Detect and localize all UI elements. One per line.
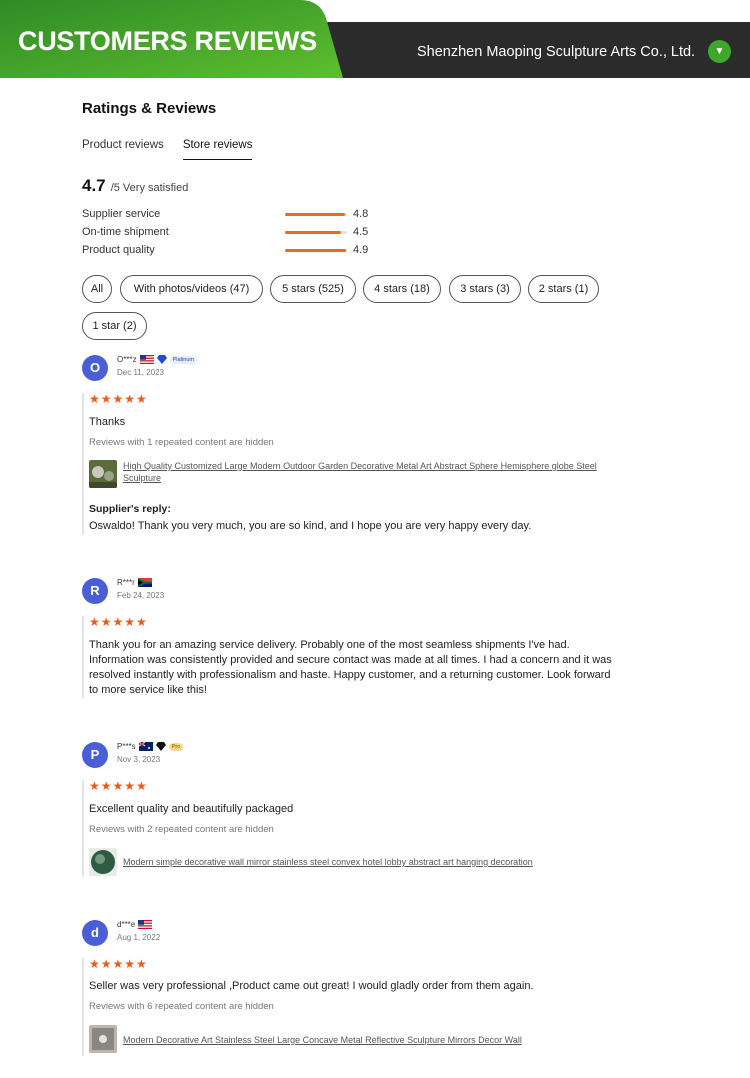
filter-4-stars[interactable]: 4 stars (18) [363,275,441,303]
avatar: O [82,355,108,381]
diamond-icon [155,742,166,751]
star-rating: ★★★★★ [89,957,148,971]
reviewer-name: P***s Pro [117,742,184,751]
metric-bar [285,249,347,252]
overall-score: 4.7 /5 Very satisfied [82,176,188,196]
metric-bar [285,213,347,216]
avatar: d [82,920,108,946]
review-item: P P***s Pro Nov 3, 2023 ★★★★★ Excellent … [82,742,642,877]
supplier-reply-text: Oswaldo! Thank you very much, you are so… [89,520,532,532]
review-text: Excellent quality and beautifully packag… [89,803,294,815]
product-link[interactable]: High Quality Customized Large Modern Out… [123,460,603,484]
review-date: Feb 24, 2023 [117,591,165,600]
reviewer-name: d***e [117,920,153,929]
diamond-icon [156,355,167,364]
review-text: Seller was very professional ,Product ca… [89,980,534,992]
review-item: R R***r Feb 24, 2023 ★★★★★ Thank you for… [82,578,642,698]
us-flag-icon [139,355,154,364]
star-rating: ★★★★★ [89,779,148,793]
metric-bar-fill [285,213,345,216]
platinum-badge: Platinum [169,355,197,364]
divider [82,958,84,1056]
review-item: O O***z Platinum Dec 11, 2023 ★★★★★ Than… [82,355,642,535]
score-suffix: /5 Very satisfied [110,182,189,194]
review-text: Thank you for an amazing service deliver… [89,639,612,696]
metric-product-quality: Product quality 4.9 [82,244,382,258]
product-link[interactable]: Modern simple decorative wall mirror sta… [123,856,603,868]
pro-badge: Pro [168,742,184,751]
header-banner: CUSTOMERS REVIEWS Shenzhen Maoping Sculp… [0,0,750,78]
australia-flag-icon [138,742,153,751]
metric-label: Supplier service [82,208,161,220]
metric-value: 4.8 [353,208,369,220]
product-link[interactable]: Modern Decorative Art Stainless Steel La… [123,1034,603,1046]
star-rating: ★★★★★ [89,615,148,629]
product-link-row: Modern Decorative Art Stainless Steel La… [89,1025,603,1055]
hidden-notice: Reviews with 2 repeated content are hidd… [89,824,274,835]
reviewer-name: O***z Platinum [117,355,197,364]
star-rating: ★★★★★ [89,392,148,406]
hidden-notice: Reviews with 1 repeated content are hidd… [89,437,274,448]
avatar: P [82,742,108,768]
review-date: Nov 3, 2023 [117,755,161,764]
supplier-reply-label: Supplier's reply: [89,503,171,515]
reviewer-name-text: P***s [117,742,136,751]
review-item: d d***e Aug 1, 2022 ★★★★★ Seller was ver… [82,920,642,1060]
product-link-row: Modern simple decorative wall mirror sta… [89,848,603,878]
filter-with-photos[interactable]: With photos/videos (47) [120,275,263,303]
score-value: 4.7 [82,176,106,195]
product-thumbnail [89,1025,117,1053]
divider [82,780,84,877]
product-link-row: High Quality Customized Large Modern Out… [89,460,603,490]
divider [82,616,84,698]
filter-3-stars[interactable]: 3 stars (3) [449,275,521,303]
product-thumbnail [89,848,117,876]
reviewer-name-text: O***z [117,355,137,364]
filter-1-star[interactable]: 1 star (2) [82,312,147,340]
tab-product-reviews[interactable]: Product reviews [82,139,164,160]
metric-label: On-time shipment [82,226,169,238]
company-name: Shenzhen Maoping Sculpture Arts Co., Ltd… [417,44,696,60]
tab-store-reviews[interactable]: Store reviews [182,139,253,160]
metric-bar [285,231,347,234]
metric-supplier-service: Supplier service 4.8 [82,208,382,222]
metric-bar-fill [285,231,341,234]
reviewer-name: R***r [117,578,152,587]
filter-all[interactable]: All [82,275,112,303]
metric-value: 4.5 [353,226,369,238]
filter-5-stars[interactable]: 5 stars (525) [270,275,356,303]
metric-value: 4.9 [353,244,369,256]
metric-on-time-shipment: On-time shipment 4.5 [82,226,382,240]
filter-2-stars[interactable]: 2 stars (1) [528,275,599,303]
metric-bar-fill [285,249,346,252]
reviewer-name-text: R***r [117,578,135,587]
metric-label: Product quality [82,244,155,256]
south-africa-flag-icon [137,578,152,587]
avatar: R [82,578,108,604]
product-thumbnail [89,460,117,488]
chevron-down-icon[interactable]: ▼ [708,40,731,63]
ratings-title: Ratings & Reviews [82,100,217,117]
banner-title: CUSTOMERS REVIEWS [18,26,317,56]
review-date: Aug 1, 2022 [117,933,161,942]
review-date: Dec 11, 2023 [117,368,164,377]
hidden-notice: Reviews with 6 repeated content are hidd… [89,1001,274,1012]
reviewer-name-text: d***e [117,920,136,929]
review-tabs: Product reviews Store reviews [82,139,271,160]
us-flag-icon [138,920,153,929]
review-text: Thanks [89,416,126,428]
divider [82,393,84,535]
